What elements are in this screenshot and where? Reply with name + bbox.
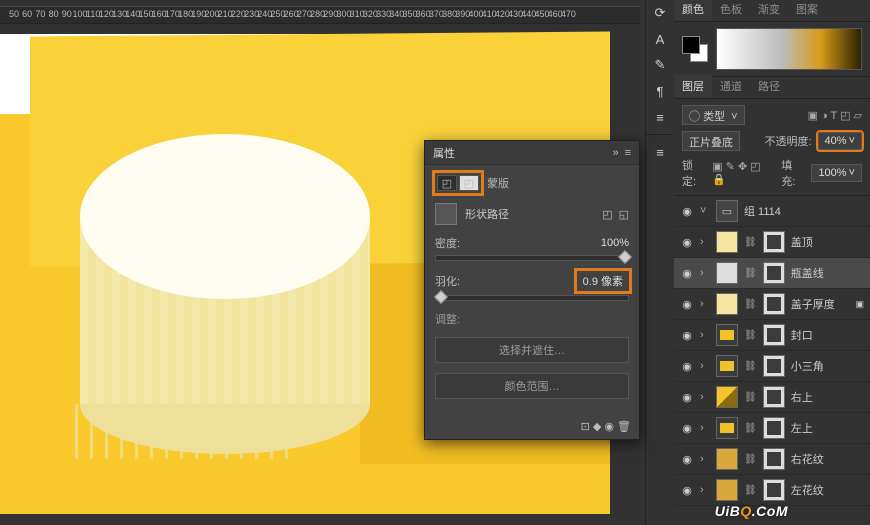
layer-row[interactable]: ◉›⛓小三角 bbox=[674, 351, 870, 382]
layer-group-row[interactable]: ◉˅▭组 1114 bbox=[674, 196, 870, 227]
layers-tab[interactable]: 路径 bbox=[750, 74, 788, 98]
layer-name: 右花纹 bbox=[791, 451, 824, 467]
layer-mask-thumb bbox=[763, 231, 785, 253]
visibility-eye-icon[interactable]: ◉ bbox=[680, 205, 694, 218]
layer-thumb bbox=[716, 355, 738, 377]
color-range-button[interactable]: 颜色范围… bbox=[435, 373, 629, 399]
layer-row[interactable]: ◉›⛓左上 bbox=[674, 413, 870, 444]
layers-panel-tabs: 图层通道路径 bbox=[674, 77, 870, 99]
layer-row[interactable]: ◉›⛓右花纹 bbox=[674, 444, 870, 475]
layer-thumb bbox=[716, 479, 738, 501]
properties-panel: 属性 »≡ ◰◰ 蒙版 形状路径 ◰◱ 密度: 100% 羽化: 0.9 像素 bbox=[424, 140, 640, 440]
layer-name: 瓶盖线 bbox=[791, 265, 824, 281]
layer-row[interactable]: ◉›⛓盖子厚度▣ bbox=[674, 289, 870, 320]
mask-mode-toggle[interactable]: ◰◰ bbox=[435, 173, 481, 193]
layer-name: 右上 bbox=[791, 389, 813, 405]
vstrip-icon[interactable]: ✎ bbox=[646, 52, 674, 78]
opacity-value[interactable]: 40% ˅ bbox=[818, 132, 862, 150]
layer-row[interactable]: ◉›⛓左花纹 bbox=[674, 475, 870, 506]
select-and-mask-button[interactable]: 选择并遮住… bbox=[435, 337, 629, 363]
layer-thumb bbox=[716, 293, 738, 315]
layer-thumb bbox=[716, 448, 738, 470]
color-panel-tabs: 颜色色板渐变图案 bbox=[674, 0, 870, 22]
layer-kind-select[interactable]: ◯ 类型 ˅ bbox=[682, 105, 745, 125]
layer-row[interactable]: ◉›⛓盖顶 bbox=[674, 227, 870, 258]
layers-tab[interactable]: 图层 bbox=[674, 74, 712, 98]
density-label: 密度: bbox=[435, 235, 460, 251]
visibility-eye-icon[interactable]: ◉ bbox=[680, 484, 694, 497]
visibility-eye-icon[interactable]: ◉ bbox=[680, 453, 694, 466]
density-slider[interactable] bbox=[435, 255, 629, 261]
opacity-label: 不透明度: bbox=[764, 133, 811, 149]
feather-slider[interactable] bbox=[435, 295, 629, 301]
layer-thumb bbox=[716, 324, 738, 346]
density-value[interactable]: 100% bbox=[601, 237, 629, 249]
fgbg-swatch[interactable] bbox=[682, 36, 708, 62]
layer-mask-thumb bbox=[763, 355, 785, 377]
shape-thumb bbox=[435, 203, 457, 225]
layer-row[interactable]: ◉›⛓瓶盖线 bbox=[674, 258, 870, 289]
mask-label: 蒙版 bbox=[487, 175, 509, 191]
layer-thumb bbox=[716, 417, 738, 439]
lock-label: 锁定: bbox=[682, 157, 706, 189]
vstrip-icon[interactable]: ⟳ bbox=[646, 0, 674, 26]
color-tab[interactable]: 色板 bbox=[712, 0, 750, 21]
color-spectrum[interactable] bbox=[716, 28, 862, 70]
vstrip-icon[interactable]: ≡ bbox=[646, 104, 674, 130]
layer-row[interactable]: ◉›⛓右上 bbox=[674, 382, 870, 413]
layer-mask-thumb bbox=[763, 324, 785, 346]
layer-mask-thumb bbox=[763, 448, 785, 470]
layer-name: 封口 bbox=[791, 327, 813, 343]
layer-name: 盖顶 bbox=[791, 234, 813, 250]
vertical-tool-strip: ⟳A✎¶≡≡ bbox=[645, 0, 673, 525]
visibility-eye-icon[interactable]: ◉ bbox=[680, 298, 694, 311]
layers-list: ◉˅▭组 1114◉›⛓盖顶◉›⛓瓶盖线◉›⛓盖子厚度▣◉›⛓封口◉›⛓小三角◉… bbox=[674, 195, 870, 525]
layer-thumb bbox=[716, 231, 738, 253]
layer-name: 左花纹 bbox=[791, 482, 824, 498]
vstrip-icon[interactable]: A bbox=[646, 26, 674, 52]
layer-mask-thumb bbox=[763, 417, 785, 439]
horizontal-ruler: 5060708090100110120130140150160170180190… bbox=[0, 6, 640, 24]
layer-name: 左上 bbox=[791, 420, 813, 436]
layer-name: 组 1114 bbox=[744, 203, 781, 219]
layers-panel: 图层通道路径 ◯ 类型 ˅ ▣ ◑ T ◰ ▱ 正片叠底 不透明度: 40% ˅… bbox=[674, 76, 870, 525]
visibility-eye-icon[interactable]: ◉ bbox=[680, 422, 694, 435]
vstrip-icon[interactable]: ¶ bbox=[646, 78, 674, 104]
fill-value[interactable]: 100% ˅ bbox=[811, 164, 862, 182]
layer-row[interactable]: ◉›⛓封口 bbox=[674, 320, 870, 351]
color-tab[interactable]: 渐变 bbox=[750, 0, 788, 21]
visibility-eye-icon[interactable]: ◉ bbox=[680, 391, 694, 404]
layer-name: 盖子厚度 bbox=[791, 296, 835, 312]
visibility-eye-icon[interactable]: ◉ bbox=[680, 360, 694, 373]
layers-tab[interactable]: 通道 bbox=[712, 74, 750, 98]
blend-mode-select[interactable]: 正片叠底 bbox=[682, 131, 740, 151]
fill-label: 填充: bbox=[781, 157, 805, 189]
layer-thumb bbox=[716, 386, 738, 408]
color-panel: 颜色色板渐变图案 bbox=[674, 0, 870, 76]
layer-mask-thumb bbox=[763, 293, 785, 315]
visibility-eye-icon[interactable]: ◉ bbox=[680, 267, 694, 280]
color-tab[interactable]: 颜色 bbox=[674, 0, 712, 21]
layer-mask-thumb bbox=[763, 479, 785, 501]
watermark: UiBQ.CoM bbox=[715, 503, 788, 519]
right-panel-stack: 颜色色板渐变图案 图层通道路径 ◯ 类型 ˅ ▣ ◑ T ◰ ▱ 正片叠底 不透… bbox=[674, 0, 870, 525]
visibility-eye-icon[interactable]: ◉ bbox=[680, 236, 694, 249]
feather-value[interactable]: 0.9 像素 bbox=[577, 271, 629, 291]
cylinder-shape bbox=[80, 134, 370, 434]
visibility-eye-icon[interactable]: ◉ bbox=[680, 329, 694, 342]
layer-mask-thumb bbox=[763, 262, 785, 284]
adjust-label: 调整: bbox=[435, 311, 629, 327]
feather-label: 羽化: bbox=[435, 273, 460, 289]
layer-thumb bbox=[716, 262, 738, 284]
layer-name: 小三角 bbox=[791, 358, 824, 374]
color-tab[interactable]: 图案 bbox=[788, 0, 826, 21]
lock-icons[interactable]: ▣ ✎ ✥ ◰ 🔒 bbox=[712, 160, 775, 186]
layer-mask-thumb bbox=[763, 386, 785, 408]
properties-title: 属性 bbox=[433, 145, 455, 161]
properties-footer-icons[interactable]: ⊡ ◆ ◉ 🗑 bbox=[581, 420, 631, 433]
shape-path-label: 形状路径 bbox=[465, 206, 509, 222]
